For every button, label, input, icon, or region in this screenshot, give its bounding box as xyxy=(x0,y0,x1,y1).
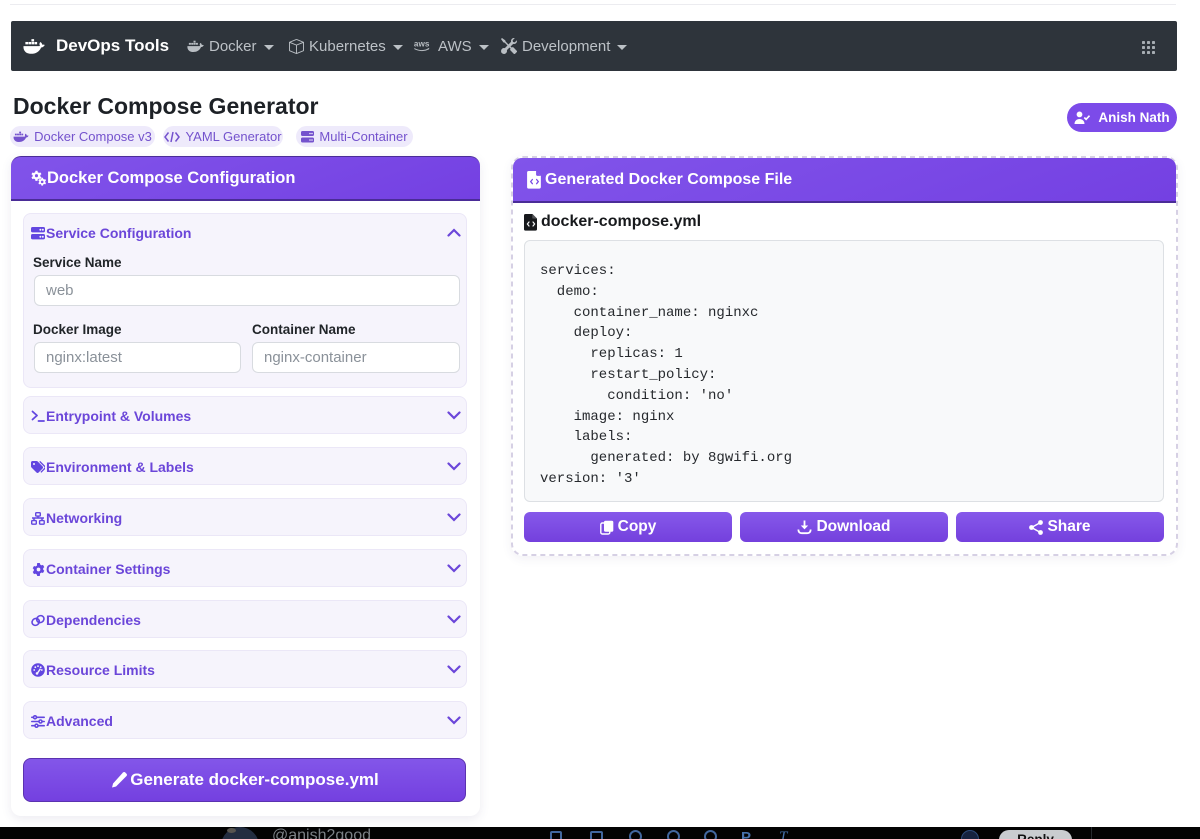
svg-text:aws: aws xyxy=(414,39,430,48)
